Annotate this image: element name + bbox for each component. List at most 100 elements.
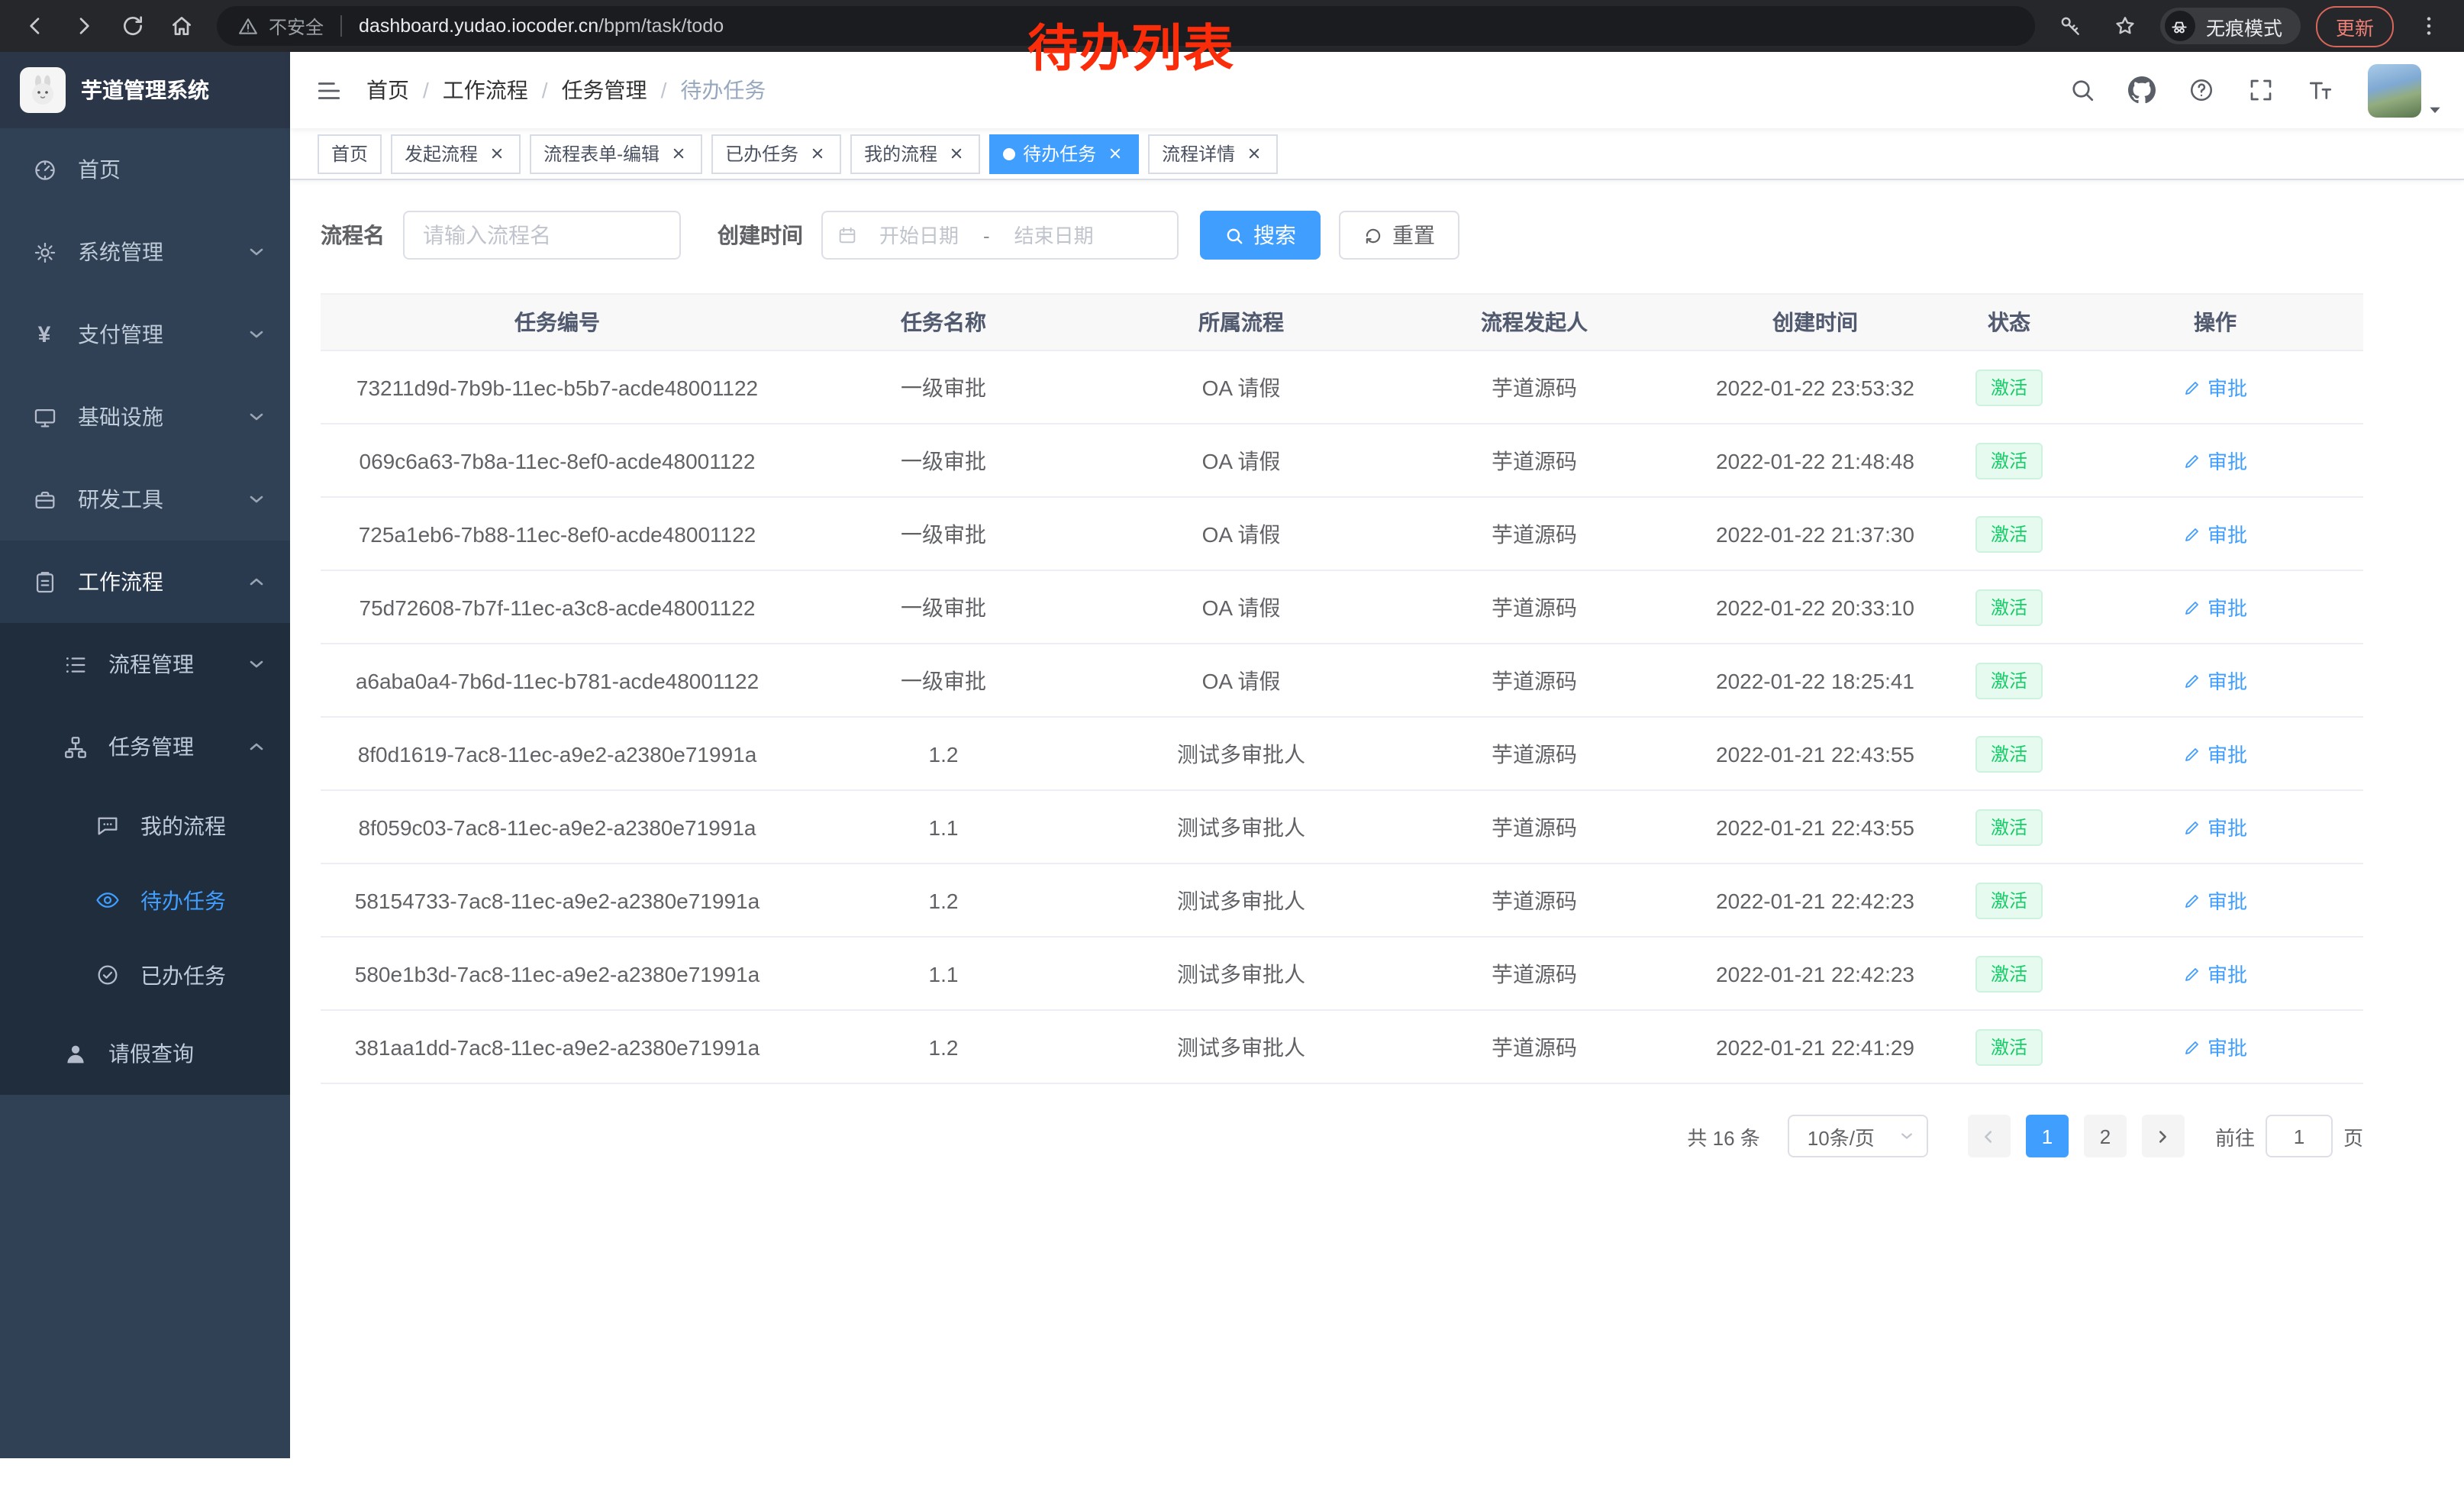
approve-button[interactable]: 审批 xyxy=(2183,739,2247,768)
todo-task-table: 任务编号 任务名称 所属流程 流程发起人 创建时间 状态 操作 73211d9d… xyxy=(321,293,2363,1084)
calendar-icon xyxy=(837,224,858,246)
cell-created-time: 2022-01-22 20:33:10 xyxy=(1679,570,1951,644)
approve-button[interactable]: 审批 xyxy=(2183,446,2247,475)
sidebar-item-payment[interactable]: ¥ 支付管理 xyxy=(0,293,290,376)
breadcrumb-home[interactable]: 首页 xyxy=(366,75,409,105)
font-size-icon[interactable] xyxy=(2302,72,2339,108)
help-icon[interactable] xyxy=(2183,72,2220,108)
approve-button[interactable]: 审批 xyxy=(2183,373,2247,402)
browser-forward-button[interactable] xyxy=(64,6,104,46)
tab-label: 已办任务 xyxy=(725,140,798,166)
cell-action: 审批 xyxy=(2067,937,2363,1010)
sidebar-toggle-icon[interactable] xyxy=(290,52,366,128)
chevron-down-icon xyxy=(247,243,266,261)
reset-button[interactable]: 重置 xyxy=(1339,211,1459,260)
edit-icon xyxy=(2183,451,2201,470)
check-circle-icon xyxy=(93,961,121,989)
approve-button[interactable]: 审批 xyxy=(2183,666,2247,695)
not-secure-label[interactable]: 不安全 xyxy=(269,13,324,39)
browser-back-button[interactable] xyxy=(15,6,55,46)
breadcrumb-task-mgmt[interactable]: 任务管理 xyxy=(562,75,647,105)
browser-update-button[interactable]: 更新 xyxy=(2316,5,2394,47)
cell-task-id: 725a1eb6-7b88-11ec-8ef0-acde48001122 xyxy=(321,497,794,570)
breadcrumb-separator: / xyxy=(423,78,429,102)
edit-icon xyxy=(2183,671,2201,689)
cell-initiator: 芋道源码 xyxy=(1389,497,1679,570)
date-range-separator: - xyxy=(980,224,993,247)
cell-created-time: 2022-01-22 18:25:41 xyxy=(1679,644,1951,717)
sidebar-item-devtools[interactable]: 研发工具 xyxy=(0,458,290,541)
sidebar-item-todo-task[interactable]: 待办任务 xyxy=(0,863,290,938)
cell-initiator: 芋道源码 xyxy=(1389,570,1679,644)
browser-menu-icon[interactable] xyxy=(2409,6,2449,46)
status-badge: 激活 xyxy=(1975,882,2043,918)
sidebar-item-task-mgmt[interactable]: 任务管理 xyxy=(0,705,290,788)
prev-page-button[interactable] xyxy=(1968,1115,2011,1157)
page-button-1[interactable]: 1 xyxy=(2026,1115,2069,1157)
browser-home-button[interactable] xyxy=(162,6,202,46)
cell-task-name: 1.1 xyxy=(794,790,1093,863)
sidebar-item-process-mgmt[interactable]: 流程管理 xyxy=(0,623,290,705)
sidebar-item-system[interactable]: 系统管理 xyxy=(0,211,290,293)
screen: 不安全 dashboard.yudao.iocoder.cn/bpm/task/… xyxy=(0,0,2464,1501)
page-size-value: 10条/页 xyxy=(1808,1122,1875,1151)
close-icon[interactable] xyxy=(1243,143,1264,164)
tab-process-form-edit[interactable]: 流程表单-编辑 xyxy=(530,134,702,173)
app-logo[interactable]: 芋道管理系统 xyxy=(0,52,290,128)
tab-my-process[interactable]: 我的流程 xyxy=(850,134,980,173)
cell-initiator: 芋道源码 xyxy=(1389,1010,1679,1083)
tab-start-process[interactable]: 发起流程 xyxy=(391,134,521,173)
tab-done-task[interactable]: 已办任务 xyxy=(711,134,841,173)
start-date-input[interactable] xyxy=(864,224,974,247)
tab-home[interactable]: 首页 xyxy=(318,134,382,173)
bookmark-star-icon[interactable] xyxy=(2105,6,2145,46)
cell-status: 激活 xyxy=(1951,717,2067,790)
page-size-select[interactable]: 10条/页 xyxy=(1788,1115,1928,1157)
cell-initiator: 芋道源码 xyxy=(1389,424,1679,497)
table-row: 73211d9d-7b9b-11ec-b5b7-acde48001122 一级审… xyxy=(321,350,2363,424)
approve-button[interactable]: 审批 xyxy=(2183,812,2247,841)
cell-process: OA 请假 xyxy=(1093,644,1389,717)
close-icon[interactable] xyxy=(1104,143,1125,164)
cell-initiator: 芋道源码 xyxy=(1389,717,1679,790)
password-key-icon[interactable] xyxy=(2050,6,2090,46)
sidebar-item-label: 已办任务 xyxy=(140,960,266,990)
close-icon[interactable] xyxy=(806,143,827,164)
browser-reload-button[interactable] xyxy=(113,6,153,46)
process-name-input[interactable] xyxy=(403,211,681,260)
tab-process-detail[interactable]: 流程详情 xyxy=(1148,134,1278,173)
sidebar-item-my-process[interactable]: 我的流程 xyxy=(0,788,290,863)
cell-created-time: 2022-01-22 21:37:30 xyxy=(1679,497,1951,570)
search-icon[interactable] xyxy=(2064,72,2101,108)
next-page-button[interactable] xyxy=(2142,1115,2185,1157)
sidebar-item-workflow[interactable]: 工作流程 xyxy=(0,541,290,623)
sidebar-item-done-task[interactable]: 已办任务 xyxy=(0,938,290,1012)
approve-button[interactable]: 审批 xyxy=(2183,886,2247,915)
approve-button[interactable]: 审批 xyxy=(2183,519,2247,548)
github-icon[interactable] xyxy=(2124,72,2160,108)
approve-button[interactable]: 审批 xyxy=(2183,1032,2247,1061)
approve-label: 审批 xyxy=(2208,812,2247,841)
approve-button[interactable]: 审批 xyxy=(2183,959,2247,988)
sidebar-item-home[interactable]: 首页 xyxy=(0,128,290,211)
date-range-picker[interactable]: - xyxy=(821,211,1179,260)
incognito-label: 无痕模式 xyxy=(2206,11,2282,40)
approve-button[interactable]: 审批 xyxy=(2183,592,2247,621)
tab-todo-task[interactable]: 待办任务 xyxy=(989,134,1139,173)
end-date-input[interactable] xyxy=(999,224,1109,247)
close-icon[interactable] xyxy=(945,143,966,164)
incognito-profile-badge[interactable]: 无痕模式 xyxy=(2160,8,2301,44)
fullscreen-icon[interactable] xyxy=(2243,72,2279,108)
page-button-2[interactable]: 2 xyxy=(2084,1115,2127,1157)
url-text[interactable]: dashboard.yudao.iocoder.cn/bpm/task/todo xyxy=(359,15,724,37)
jump-page-input[interactable] xyxy=(2266,1115,2333,1157)
cell-initiator: 芋道源码 xyxy=(1389,790,1679,863)
close-icon[interactable] xyxy=(485,143,507,164)
search-button[interactable]: 搜索 xyxy=(1200,211,1321,260)
sidebar-item-infrastructure[interactable]: 基础设施 xyxy=(0,376,290,458)
breadcrumb-workflow[interactable]: 工作流程 xyxy=(443,75,528,105)
page-content: 流程名 创建时间 - 搜索 xyxy=(290,180,2464,1501)
close-icon[interactable] xyxy=(667,143,689,164)
user-avatar[interactable] xyxy=(2368,63,2443,117)
sidebar-item-leave-query[interactable]: 请假查询 xyxy=(0,1012,290,1095)
